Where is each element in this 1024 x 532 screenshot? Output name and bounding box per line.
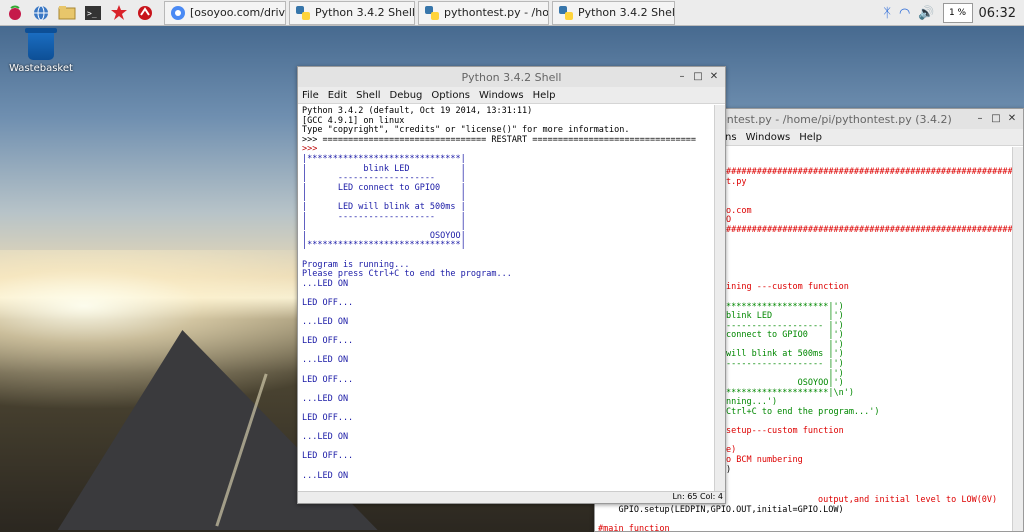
task-label: Python 3.4.2 Shell	[578, 6, 675, 19]
close-icon[interactable]: ✕	[707, 70, 721, 84]
code-line: LED OFF...	[302, 374, 354, 385]
task-label: Python 3.4.2 Shell	[315, 6, 415, 19]
task-label: pythontest.py - /hom...	[444, 6, 549, 19]
shell-window[interactable]: Python 3.4.2 Shell – □ ✕ File Edit Shell…	[297, 66, 726, 504]
code-line: LED OFF...	[302, 336, 354, 347]
math-kernel-icon[interactable]	[108, 2, 130, 24]
code-line: ining ---custom function	[726, 282, 849, 293]
editor-title: ontest.py - /home/pi/pythontest.py (3.4.…	[720, 112, 952, 126]
shell-output[interactable]: Python 3.4.2 (default, Oct 19 2014, 13:3…	[298, 104, 725, 489]
bluetooth-icon[interactable]: ᛡ	[883, 6, 891, 21]
shell-statusbar: Ln: 65 Col: 4	[298, 491, 725, 503]
python-icon	[559, 5, 573, 20]
code-line: t.py	[726, 176, 747, 187]
code-line: setup---custom function	[726, 426, 844, 437]
maximize-icon[interactable]: □	[989, 112, 1003, 126]
code-line: >>> ================================ RES…	[302, 134, 697, 145]
code-line: GPIO.setup(LEDPIN,GPIO.OUT,initial=GPIO.…	[598, 504, 844, 515]
volume-icon[interactable]: 🔊	[918, 6, 934, 21]
svg-text:>_: >_	[87, 9, 97, 18]
system-tray: ᛡ ◠ 🔊 1 % 06:32	[883, 0, 1024, 26]
code-line: )	[726, 464, 732, 475]
code-line: ...LED ON	[302, 432, 349, 443]
file-manager-icon[interactable]	[56, 2, 78, 24]
code-line: LED OFF...	[302, 413, 354, 423]
code-line: o BCM numbering	[726, 455, 803, 465]
code-line: Ctrl+C to end the program...')	[726, 407, 880, 418]
code-line: ########################################…	[726, 167, 1023, 178]
task-label: [osoyoo.com/driver/...	[190, 6, 286, 19]
menu-options[interactable]: Options	[431, 90, 470, 101]
maximize-icon[interactable]: □	[691, 70, 705, 84]
code-line: LED OFF...	[302, 297, 354, 308]
wifi-icon[interactable]: ◠	[899, 6, 910, 21]
browser-globe-icon[interactable]	[30, 2, 52, 24]
menu-shell[interactable]: Shell	[356, 90, 380, 101]
wolfram-icon[interactable]	[134, 2, 156, 24]
editor-menu-item[interactable]: Windows	[746, 132, 791, 143]
wastebasket-desktop-icon[interactable]: Wastebasket	[8, 28, 74, 74]
minimize-icon[interactable]: –	[675, 70, 689, 84]
close-icon[interactable]: ✕	[1005, 112, 1019, 126]
python-icon	[296, 5, 310, 20]
shell-menubar: File Edit Shell Debug Options Windows He…	[298, 87, 725, 104]
editor-menu-item[interactable]: ns	[725, 132, 737, 143]
code-line: ########################################…	[726, 224, 1023, 235]
wastebasket-icon	[25, 28, 57, 60]
minimize-icon[interactable]: –	[973, 112, 987, 126]
code-line: #main function	[598, 523, 670, 532]
menu-help[interactable]: Help	[533, 90, 556, 101]
menu-debug[interactable]: Debug	[390, 90, 423, 101]
code-line: ...LED ON	[302, 393, 349, 404]
task-pythontest-editor[interactable]: pythontest.py - /hom...	[418, 0, 549, 25]
menu-file[interactable]: File	[302, 90, 319, 101]
wastebasket-label: Wastebasket	[9, 63, 73, 74]
task-python-shell-1[interactable]: Python 3.4.2 Shell	[289, 0, 415, 25]
code-line: o.com	[726, 205, 752, 216]
code-line: LED OFF...	[302, 451, 354, 462]
raspberry-menu-icon[interactable]	[4, 2, 26, 24]
shell-titlebar[interactable]: Python 3.4.2 Shell – □ ✕	[298, 67, 725, 87]
code-line: ...LED ON	[302, 470, 349, 481]
code-line: ...LED ON	[302, 317, 349, 328]
shell-title: Python 3.4.2 Shell	[461, 70, 562, 84]
editor-menu-item[interactable]: Help	[799, 132, 822, 143]
code-line: |******************************|	[302, 240, 466, 251]
task-python-shell-2[interactable]: Python 3.4.2 Shell	[552, 0, 675, 25]
code-line: ...LED ON	[302, 278, 349, 289]
task-chromium[interactable]: [osoyoo.com/driver/...	[164, 0, 286, 25]
taskbar: >_ [osoyoo.com/driver/... Python 3.4.2 S…	[0, 0, 1024, 26]
code-line: Please press Ctrl+C to end the program..…	[302, 269, 512, 280]
python-icon	[425, 5, 439, 20]
cpu-monitor[interactable]: 1 %	[942, 3, 973, 23]
code-line: ...LED ON	[302, 355, 349, 366]
chromium-icon	[171, 5, 185, 20]
menu-windows[interactable]: Windows	[479, 90, 524, 101]
terminal-icon[interactable]: >_	[82, 2, 104, 24]
menu-edit[interactable]: Edit	[328, 90, 347, 101]
cursor-position: Ln: 65 Col: 4	[672, 492, 723, 501]
shell-scrollbar[interactable]	[714, 105, 725, 491]
clock[interactable]: 06:32	[979, 6, 1016, 21]
editor-scrollbar[interactable]	[1012, 147, 1023, 531]
